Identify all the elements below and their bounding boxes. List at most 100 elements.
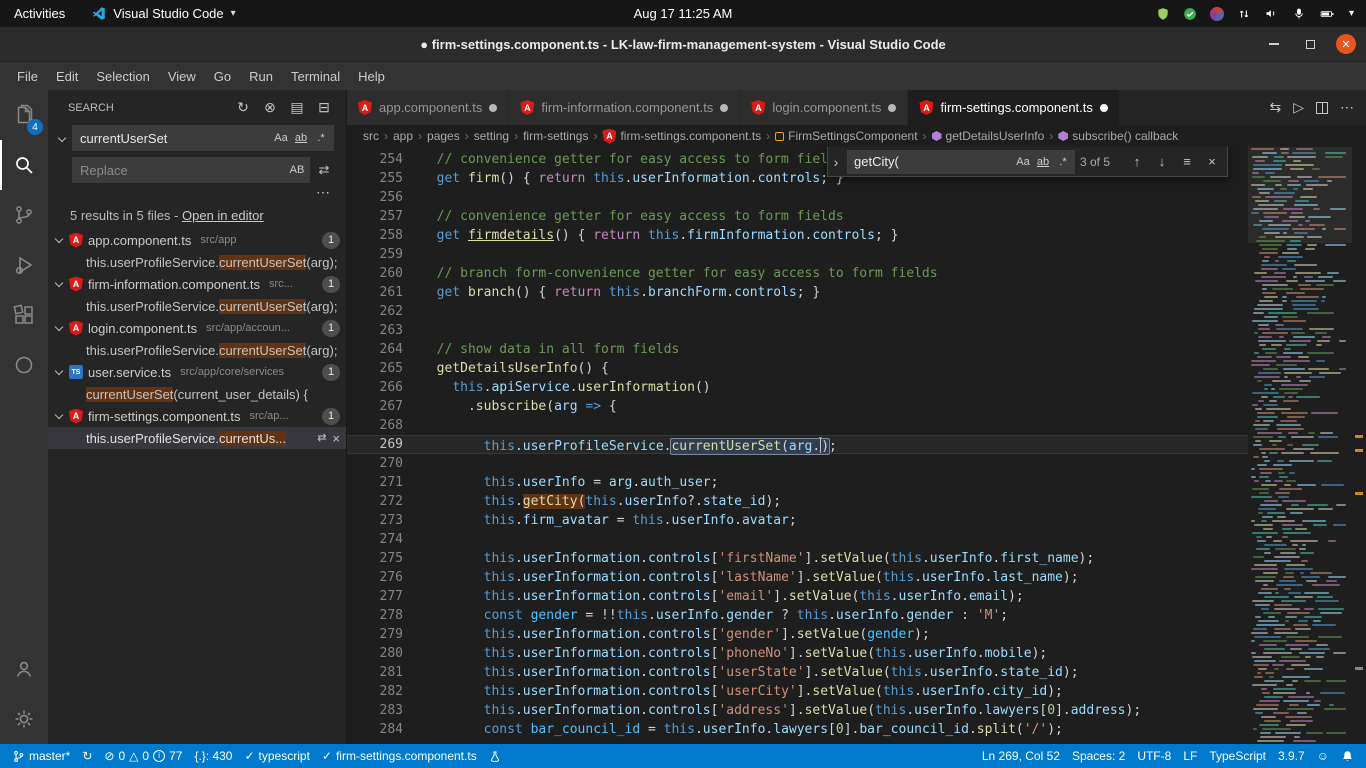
braces-counter-status[interactable]: {.}: 430 bbox=[188, 744, 238, 768]
eol-status[interactable]: LF bbox=[1177, 744, 1203, 768]
check-circle-icon[interactable] bbox=[1183, 7, 1197, 21]
run-icon[interactable]: ▷ bbox=[1293, 99, 1304, 116]
encoding-status[interactable]: UTF-8 bbox=[1131, 744, 1177, 768]
close-button[interactable]: ✕ bbox=[1336, 34, 1356, 54]
search-result-match-row[interactable]: this.userProfileService.currentUserSet(a… bbox=[48, 339, 346, 361]
volume-icon[interactable] bbox=[1264, 6, 1279, 21]
replace-icon[interactable]: ⇄ bbox=[317, 431, 326, 446]
code-line[interactable]: 268 bbox=[347, 416, 1248, 435]
line-number[interactable]: 270 bbox=[347, 454, 403, 473]
language-status[interactable]: TypeScript bbox=[1203, 744, 1272, 768]
code-line[interactable]: 284 const bar_council_id = this.userInfo… bbox=[347, 720, 1248, 739]
modified-dot[interactable] bbox=[489, 104, 497, 112]
line-number[interactable]: 263 bbox=[347, 321, 403, 340]
dismiss-icon[interactable]: × bbox=[332, 431, 340, 446]
editor[interactable]: 254 // convenience getter for easy acces… bbox=[347, 147, 1366, 744]
breadcrumb-item[interactable]: app bbox=[393, 129, 413, 143]
code-line[interactable]: 281 this.userInformation.controls['userS… bbox=[347, 663, 1248, 682]
more-actions-icon[interactable]: ⋯ bbox=[1340, 99, 1354, 116]
line-number[interactable]: 259 bbox=[347, 245, 403, 264]
code-line[interactable]: 259 bbox=[347, 245, 1248, 264]
line-number[interactable]: 274 bbox=[347, 530, 403, 549]
line-number[interactable]: 260 bbox=[347, 264, 403, 283]
code-line[interactable]: 271 this.userInfo = arg.auth_user; bbox=[347, 473, 1248, 492]
line-number[interactable]: 276 bbox=[347, 568, 403, 587]
menu-edit[interactable]: Edit bbox=[47, 66, 87, 87]
previous-match-icon[interactable]: ↑ bbox=[1127, 152, 1147, 172]
code-line[interactable]: 269 this.userProfileService.currentUserS… bbox=[347, 435, 1248, 454]
close-find-icon[interactable]: × bbox=[1202, 152, 1222, 172]
problems-status[interactable]: ⊘0 △0 i77 bbox=[98, 744, 188, 768]
menu-file[interactable]: File bbox=[8, 66, 47, 87]
feedback-smiley-icon[interactable]: ☺ bbox=[1311, 744, 1335, 768]
chevron-down-icon[interactable] bbox=[55, 367, 63, 375]
modified-dot[interactable] bbox=[720, 104, 728, 112]
breadcrumb-item[interactable]: subscribe() callback bbox=[1072, 129, 1178, 143]
code-line[interactable]: 276 this.userInformation.controls['lastN… bbox=[347, 568, 1248, 587]
indentation-status[interactable]: Spaces: 2 bbox=[1066, 744, 1131, 768]
open-new-search-editor-icon[interactable]: ▤ bbox=[289, 99, 305, 116]
code-line[interactable]: 270 bbox=[347, 454, 1248, 473]
code-line[interactable]: 267 .subscribe(arg => { bbox=[347, 397, 1248, 416]
search-result-file-row[interactable]: Alogin.component.tssrc/app/accoun...1 bbox=[48, 317, 346, 339]
search-result-match-row[interactable]: this.userProfileService.currentUserSet(a… bbox=[48, 251, 346, 273]
chevron-down-icon[interactable] bbox=[55, 279, 63, 287]
line-number[interactable]: 279 bbox=[347, 625, 403, 644]
battery-icon[interactable] bbox=[1319, 7, 1336, 21]
match-case-toggle[interactable]: Aa bbox=[271, 128, 291, 148]
tab-app.component.ts[interactable]: Aapp.component.ts bbox=[347, 90, 509, 125]
breadcrumb-item[interactable]: firm-settings bbox=[523, 129, 588, 143]
code-line[interactable]: 280 this.userInformation.controls['phone… bbox=[347, 644, 1248, 663]
preserve-case-toggle[interactable]: AB bbox=[287, 160, 307, 180]
line-number[interactable]: 257 bbox=[347, 207, 403, 226]
chevron-down-icon[interactable] bbox=[55, 323, 63, 331]
menu-view[interactable]: View bbox=[159, 66, 205, 87]
typescript-check-status[interactable]: ✓typescript bbox=[238, 744, 315, 768]
git-branch-status[interactable]: master* bbox=[6, 744, 76, 768]
line-number[interactable]: 261 bbox=[347, 283, 403, 302]
code-line[interactable]: 273 this.firm_avatar = this.userInfo.ava… bbox=[347, 511, 1248, 530]
open-in-editor-link[interactable]: Open in editor bbox=[182, 208, 264, 223]
tab-login.component.ts[interactable]: Alogin.component.ts bbox=[740, 90, 908, 125]
line-number[interactable]: 275 bbox=[347, 549, 403, 568]
whole-word-toggle[interactable]: ab bbox=[291, 128, 311, 148]
line-number[interactable]: 284 bbox=[347, 720, 403, 739]
code-line[interactable]: 282 this.userInformation.controls['userC… bbox=[347, 682, 1248, 701]
run-debug-icon[interactable] bbox=[0, 240, 48, 290]
focused-app-menu[interactable]: Visual Studio Code ▾ bbox=[91, 6, 235, 21]
toggle-replace-chevron[interactable] bbox=[54, 125, 70, 183]
code-line[interactable]: 275 this.userInformation.controls['first… bbox=[347, 549, 1248, 568]
search-icon[interactable] bbox=[0, 140, 48, 190]
line-number[interactable]: 265 bbox=[347, 359, 403, 378]
split-editor-icon[interactable] bbox=[1316, 102, 1328, 114]
network-icon[interactable] bbox=[1237, 7, 1251, 21]
menu-help[interactable]: Help bbox=[349, 66, 394, 87]
regex-toggle[interactable]: .* bbox=[311, 128, 331, 148]
code-line[interactable]: 283 this.userInformation.controls['addre… bbox=[347, 701, 1248, 720]
sync-status[interactable]: ↻ bbox=[76, 744, 98, 768]
clock[interactable]: Aug 17 11:25 AM bbox=[634, 6, 733, 21]
search-input[interactable]: currentUserSet Aa ab .* bbox=[72, 125, 334, 151]
extensions-icon[interactable] bbox=[0, 290, 48, 340]
line-number[interactable]: 262 bbox=[347, 302, 403, 321]
breadcrumb-item[interactable]: firm-settings.component.ts bbox=[620, 129, 761, 143]
code-line[interactable]: 265 getDetailsUserInfo() { bbox=[347, 359, 1248, 378]
line-number[interactable]: 266 bbox=[347, 378, 403, 397]
sync-indicator-icon[interactable] bbox=[1210, 7, 1224, 21]
microphone-icon[interactable] bbox=[1292, 7, 1306, 21]
account-icon[interactable] bbox=[0, 644, 48, 694]
tab-firm-information.component.ts[interactable]: Afirm-information.component.ts bbox=[509, 90, 740, 125]
search-result-match-row[interactable]: this.userProfileService.currentUs...⇄× bbox=[48, 427, 346, 449]
modified-dot[interactable] bbox=[1100, 104, 1108, 112]
code-line[interactable]: 262 bbox=[347, 302, 1248, 321]
breadcrumb-item[interactable]: FirmSettingsComponent bbox=[788, 129, 917, 143]
find-input[interactable]: getCity( Aa ab .* bbox=[847, 150, 1075, 174]
line-number[interactable]: 272 bbox=[347, 492, 403, 511]
next-match-icon[interactable]: ↓ bbox=[1152, 152, 1172, 172]
chevron-down-icon[interactable] bbox=[55, 235, 63, 243]
collapse-all-icon[interactable]: ⊟ bbox=[316, 99, 332, 116]
menu-go[interactable]: Go bbox=[205, 66, 240, 87]
line-number[interactable]: 258 bbox=[347, 226, 403, 245]
line-number[interactable]: 271 bbox=[347, 473, 403, 492]
menu-terminal[interactable]: Terminal bbox=[282, 66, 349, 87]
